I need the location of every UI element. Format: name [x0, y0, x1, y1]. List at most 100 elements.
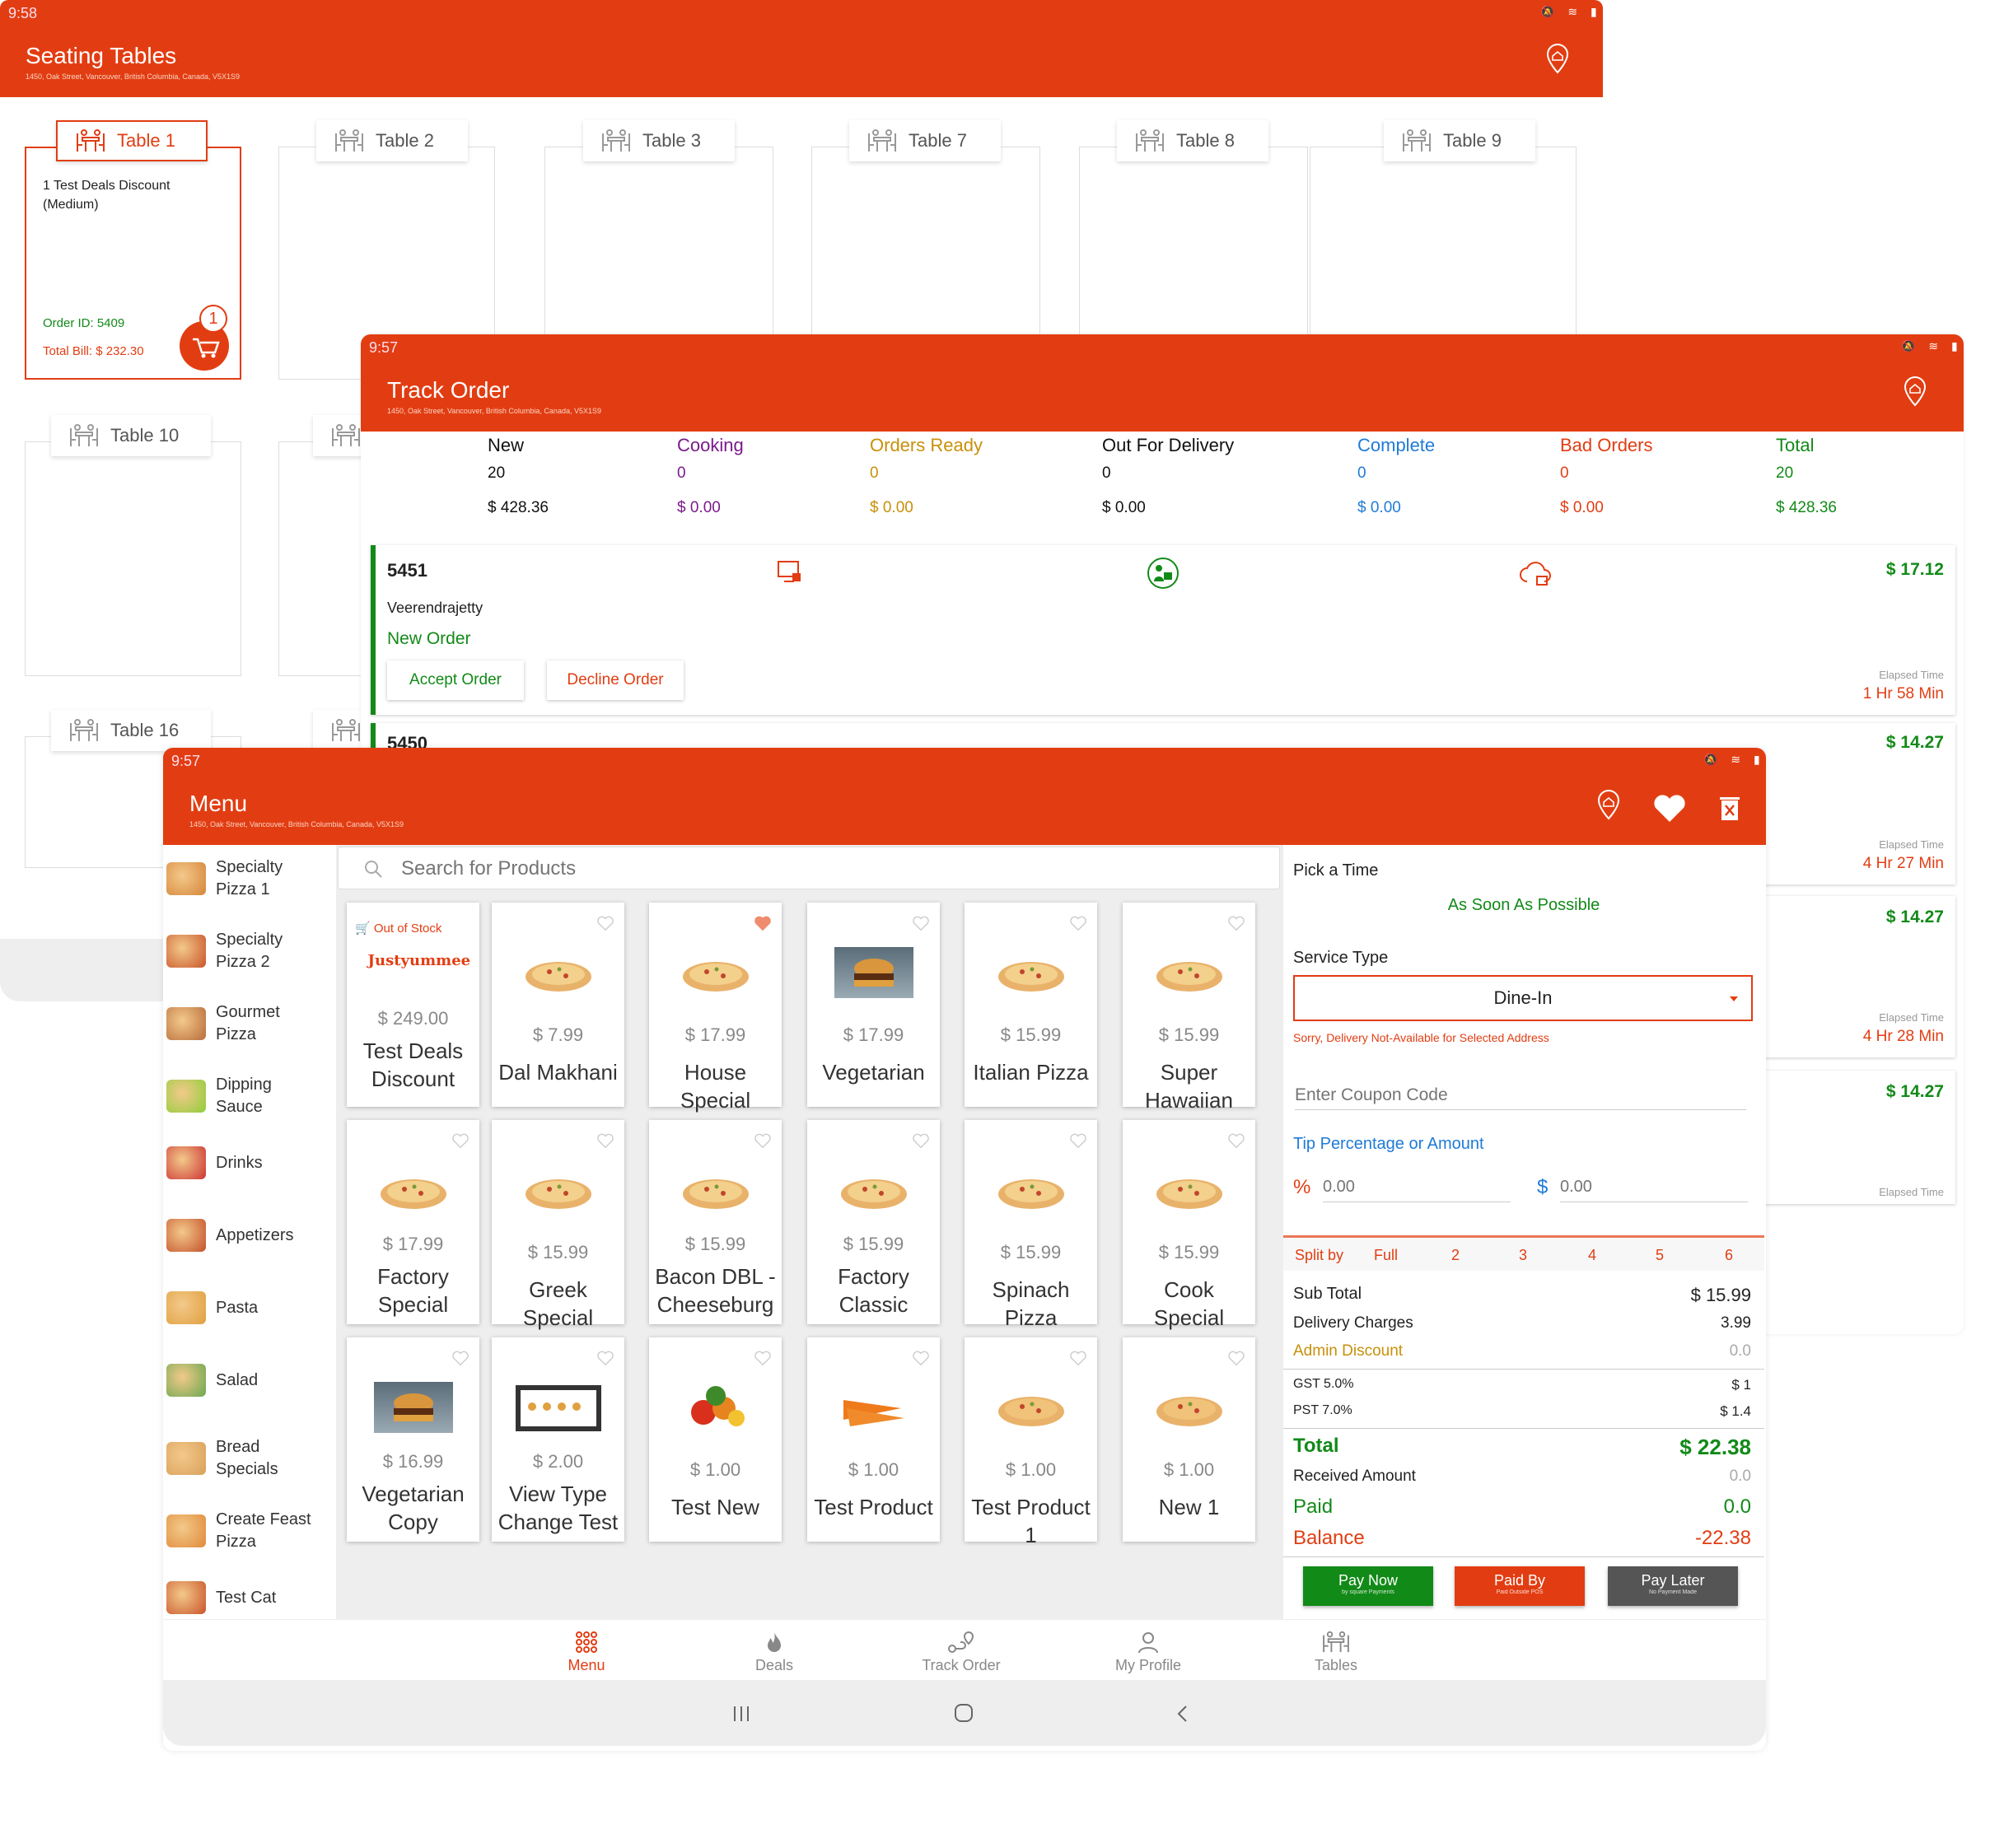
product-card[interactable]: $ 1.00 Test Product [807, 1337, 940, 1542]
table-tab-1[interactable]: Table 1 [56, 120, 208, 161]
balance-value: -22.38 [1694, 1527, 1751, 1549]
search-input[interactable] [401, 856, 1142, 882]
table-card-3[interactable] [544, 147, 773, 336]
product-card[interactable]: $ 2.00 View Type Change Test [492, 1337, 624, 1542]
product-image [997, 962, 1064, 992]
favorite-heart-icon[interactable] [596, 914, 614, 932]
category-item[interactable]: Appetizers [166, 1219, 331, 1252]
home-icon[interactable] [954, 1703, 974, 1723]
favorite-heart-icon[interactable] [754, 1132, 772, 1150]
clear-cart-icon[interactable] [1720, 796, 1740, 822]
product-card[interactable]: $ 17.99 Factory Special [347, 1120, 479, 1324]
order-card-5451[interactable]: 5451 Veerendrajetty New Order Accept Ord… [371, 545, 1955, 715]
nav-track-order[interactable]: Track Order [904, 1631, 1019, 1674]
category-item[interactable]: Salad [166, 1364, 331, 1397]
product-card[interactable]: $ 1.00 New 1 [1123, 1337, 1255, 1542]
table-tab-2[interactable]: Table 2 [316, 120, 468, 161]
split-option[interactable]: 3 [1519, 1247, 1527, 1264]
favorites-heart-icon[interactable] [1652, 794, 1687, 824]
favorite-heart-icon[interactable] [1227, 1349, 1245, 1367]
product-card[interactable]: $ 15.99 Cook Special [1123, 1120, 1255, 1330]
favorite-heart-icon[interactable] [1227, 1132, 1245, 1150]
location-pin-icon[interactable] [1596, 789, 1621, 820]
category-item[interactable]: Gourmet Pizza [166, 1001, 331, 1046]
category-thumbnail [166, 1442, 206, 1475]
back-icon[interactable] [1176, 1705, 1189, 1723]
favorite-heart-icon[interactable] [1069, 1132, 1087, 1150]
table-card-1[interactable]: 1 Test Deals Discount (Medium) Order ID:… [25, 147, 241, 380]
table-card-10[interactable] [25, 441, 241, 676]
product-price: $ 15.99 [1000, 1024, 1062, 1045]
nav-deals[interactable]: Deals [717, 1631, 832, 1674]
table-card-7[interactable] [811, 147, 1040, 336]
favorite-heart-icon[interactable] [596, 1349, 614, 1367]
favorite-heart-icon[interactable] [1227, 914, 1245, 932]
table-card-9[interactable] [1310, 147, 1577, 336]
category-item[interactable]: Specialty Pizza 2 [166, 929, 331, 973]
category-item[interactable]: Drinks [166, 1146, 331, 1179]
nav-tables[interactable]: Tables [1278, 1631, 1394, 1674]
product-card[interactable]: $ 1.00 Test Product 1 [965, 1337, 1097, 1547]
product-card[interactable]: $ 15.99 Bacon DBL - Cheeseburg [649, 1120, 782, 1324]
favorite-heart-icon[interactable] [754, 914, 772, 932]
tip-percent-input[interactable] [1323, 1173, 1511, 1202]
product-card[interactable]: $ 15.99 Italian Pizza [965, 903, 1097, 1107]
favorite-heart-icon[interactable] [912, 914, 930, 932]
split-option[interactable]: 2 [1451, 1247, 1460, 1264]
location-pin-icon[interactable] [1545, 43, 1570, 74]
recent-apps-icon[interactable] [731, 1705, 751, 1723]
table-tab-9[interactable]: Table 9 [1384, 120, 1535, 161]
decline-order-button[interactable]: Decline Order [547, 660, 684, 700]
product-card[interactable]: $ 17.99 House Special [649, 903, 782, 1113]
product-card[interactable]: $ 15.99 Super Hawaiian [1123, 903, 1255, 1113]
favorite-heart-icon[interactable] [754, 1349, 772, 1367]
accept-order-button[interactable]: Accept Order [387, 660, 524, 700]
product-card[interactable]: 🛒 Out of Stock Justyummee $ 249.00 Test Dea… [347, 903, 479, 1107]
favorite-heart-icon[interactable] [1069, 914, 1087, 932]
category-item[interactable]: Dipping Sauce [166, 1074, 331, 1118]
service-type-select[interactable]: Dine-In [1293, 975, 1753, 1021]
product-card[interactable]: $ 15.99 Spinach Pizza [965, 1120, 1097, 1330]
favorite-heart-icon[interactable] [451, 1132, 469, 1150]
search-bar[interactable] [338, 847, 1280, 889]
product-card[interactable]: $ 17.99 Vegetarian [807, 903, 940, 1107]
favorite-heart-icon[interactable] [912, 1132, 930, 1150]
favorite-heart-icon[interactable] [912, 1349, 930, 1367]
paid-by-sub: Paid Outside POS [1496, 1589, 1544, 1595]
product-card[interactable]: $ 7.99 Dal Makhani [492, 903, 624, 1107]
split-option[interactable]: 5 [1656, 1247, 1664, 1264]
product-card[interactable]: $ 16.99 Vegetarian Copy [347, 1337, 479, 1542]
table-tab-7[interactable]: Table 7 [849, 120, 1001, 161]
product-card[interactable]: $ 15.99 Greek Special [492, 1120, 624, 1330]
table-tab-10[interactable]: Table 10 [51, 415, 211, 456]
nav-my-profile[interactable]: My Profile [1091, 1631, 1206, 1674]
category-item[interactable]: Pasta [166, 1291, 331, 1324]
table-tab-8[interactable]: Table 8 [1117, 120, 1268, 161]
pick-time-value[interactable]: As Soon As Possible [1283, 896, 1764, 915]
summary-label-6: Total [1776, 435, 1815, 455]
table-tab-3[interactable]: Table 3 [583, 120, 735, 161]
nav-menu[interactable]: Menu [529, 1631, 644, 1674]
category-item[interactable]: Test Cat [166, 1581, 331, 1614]
coupon-input[interactable] [1295, 1080, 1746, 1110]
split-option[interactable]: Full [1374, 1247, 1398, 1264]
location-pin-icon[interactable] [1903, 376, 1927, 407]
paid-by-button[interactable]: Paid By Paid Outside POS [1455, 1566, 1585, 1606]
category-item[interactable]: Specialty Pizza 1 [166, 856, 331, 901]
product-price: $ 249.00 [377, 1008, 449, 1029]
favorite-heart-icon[interactable] [451, 1349, 469, 1367]
category-item[interactable]: Bread Specials [166, 1436, 331, 1481]
elapsed-time: 4 Hr 28 Min [1862, 1028, 1944, 1045]
pay-later-button[interactable]: Pay Later No Payment Made [1608, 1566, 1738, 1606]
table-card-8[interactable] [1079, 147, 1308, 336]
split-option[interactable]: 6 [1725, 1247, 1733, 1264]
product-card[interactable]: $ 1.00 Test New [649, 1337, 782, 1542]
product-card[interactable]: $ 15.99 Factory Classic [807, 1120, 940, 1324]
split-option[interactable]: 4 [1588, 1247, 1596, 1264]
category-item[interactable]: Create Feast Pizza [166, 1509, 331, 1553]
pay-now-button[interactable]: Pay Now by square Payments [1303, 1566, 1433, 1606]
favorite-heart-icon[interactable] [596, 1132, 614, 1150]
table-tab-16[interactable]: Table 16 [51, 710, 211, 751]
favorite-heart-icon[interactable] [1069, 1349, 1087, 1367]
tip-amount-input[interactable] [1560, 1173, 1748, 1202]
